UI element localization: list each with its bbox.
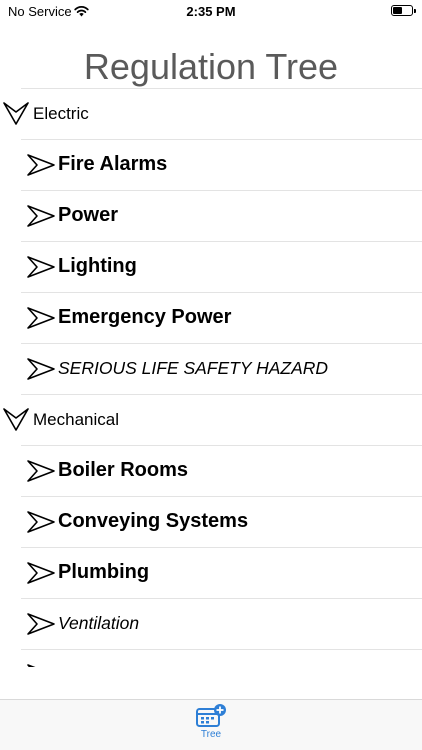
section-row-mechanical[interactable]: Mechanical (0, 395, 422, 446)
chevron-right-icon (27, 154, 55, 176)
chevron-right-icon (27, 256, 55, 278)
tab-tree-label: Tree (200, 729, 222, 740)
chevron-right-icon (27, 358, 55, 380)
section-label: Mechanical (33, 410, 119, 429)
tree-item-label: SERIOUS LIFE SAFETY HAZARD (58, 358, 329, 378)
chevron-right-icon (27, 205, 55, 227)
chevron-down-icon (3, 408, 29, 431)
chevron-right-icon (27, 613, 55, 635)
tree-item-row[interactable]: Conveying Systems (0, 497, 422, 548)
tree-item-row[interactable]: Fire Alarms (0, 140, 422, 191)
tree-item-row[interactable]: Ventilation (0, 599, 422, 650)
page-title: Regulation Tree (83, 46, 339, 87)
tree-item-row[interactable]: Emergency Power (0, 293, 422, 344)
chevron-right-icon (27, 307, 55, 329)
tree-item-label: Conveying Systems (58, 510, 249, 532)
status-bar: No Service 2:35 PM (0, 0, 422, 24)
chevron-right-icon (27, 460, 55, 482)
section-row-electric[interactable]: Electric (0, 89, 422, 140)
tree-item-row[interactable]: SERIOUS LIFE SAFETY HAZARD (0, 344, 422, 395)
chevron-right-icon (27, 511, 55, 533)
tree-item-label: Power (58, 204, 119, 226)
tree-item-label: Lighting (58, 255, 137, 277)
tree-item-row[interactable]: Lighting (0, 242, 422, 293)
tree-item-label: Emergency Power (58, 306, 232, 328)
tree-item-label: Plumbing (58, 561, 150, 583)
tab-tree[interactable]: Tree (188, 704, 234, 748)
tree-item-row[interactable]: Sprinklers (0, 650, 422, 667)
chevron-down-icon (3, 102, 29, 125)
tree-item-row[interactable]: Plumbing (0, 548, 422, 599)
tab-bar: Tree (0, 699, 422, 750)
tree-item-label: Fire Alarms (58, 153, 168, 175)
section-label: Electric (33, 104, 89, 123)
tree-item-row[interactable]: Power (0, 191, 422, 242)
tree-item-label: Sprinklers (58, 650, 136, 667)
calendar-add-icon (196, 704, 226, 727)
chevron-right-icon (27, 562, 55, 584)
chevron-right-icon (27, 664, 36, 667)
battery-icon (391, 5, 416, 16)
tree-item-label: Boiler Rooms (58, 459, 189, 481)
tree-item-row[interactable]: Boiler Rooms (0, 446, 422, 497)
tree-item-label: Ventilation (58, 613, 140, 633)
regulation-tree-list[interactable]: Electric Fire Alarms Power Lighting Emergenc… (0, 89, 422, 667)
clock: 2:35 PM (186, 4, 236, 19)
